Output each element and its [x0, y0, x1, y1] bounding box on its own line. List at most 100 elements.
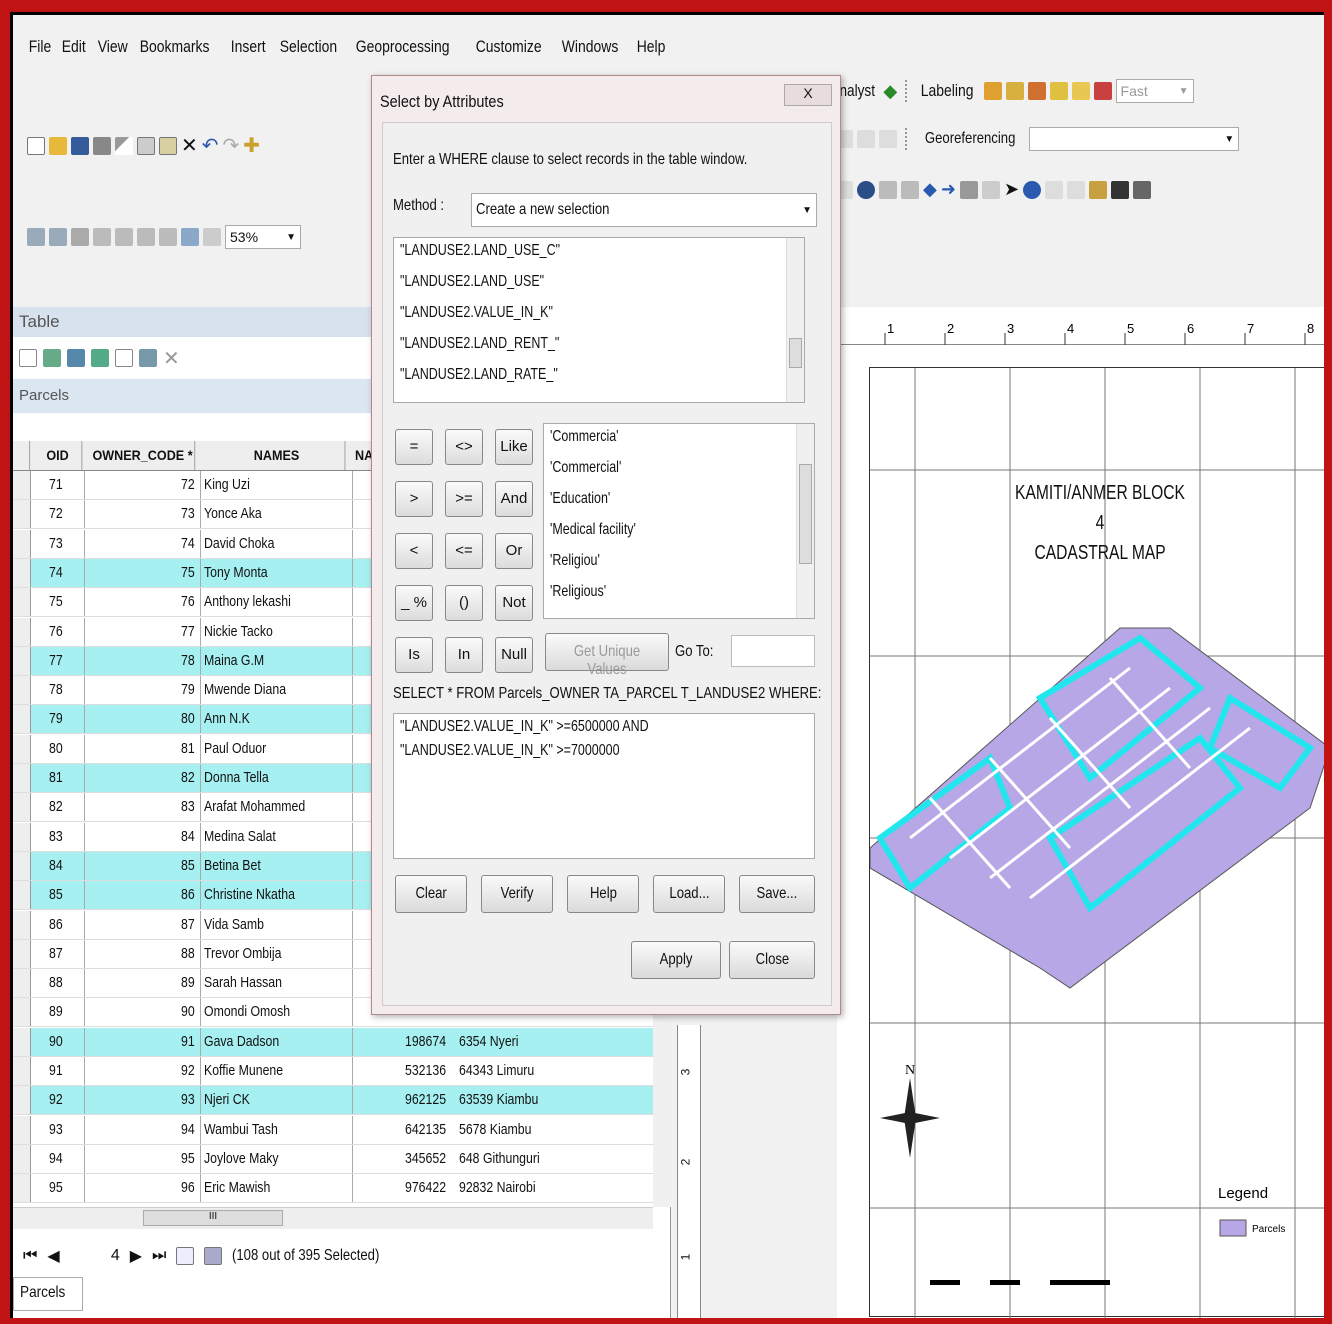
cell-name[interactable]: Mwende Diana — [201, 676, 353, 705]
operator-button[interactable]: _ % — [395, 585, 433, 621]
menu-bookmarks[interactable]: Bookmarks — [134, 33, 215, 63]
value-item[interactable]: 'Religious' — [544, 579, 814, 610]
save-button[interactable]: Save... — [739, 875, 815, 913]
value-item[interactable]: 'Commercial' — [544, 455, 814, 486]
row-selector[interactable] — [13, 998, 31, 1027]
scroll-thumb[interactable] — [789, 338, 802, 368]
cell-owner-code[interactable]: 95 — [85, 1144, 201, 1173]
cell-owner-code[interactable]: 83 — [85, 793, 201, 822]
paste-icon[interactable] — [159, 136, 177, 155]
menu-edit[interactable]: Edit — [56, 33, 92, 63]
row-selector[interactable] — [13, 1086, 31, 1115]
copy-icon[interactable] — [137, 136, 155, 155]
cell-name[interactable]: Sarah Hassan — [201, 969, 353, 998]
cell-oid[interactable]: 75 — [31, 588, 85, 617]
row-selector[interactable] — [13, 910, 31, 939]
value-item[interactable]: 'Commercia' — [544, 424, 814, 455]
value-item[interactable]: 'Religiou' — [544, 548, 814, 579]
operator-button[interactable]: () — [445, 585, 483, 621]
unplaced-labels-icon[interactable] — [1093, 82, 1112, 100]
cell-name[interactable]: Betina Bet — [201, 851, 353, 880]
cell-owner-code[interactable]: 92 — [85, 1057, 201, 1085]
delete-selected-icon[interactable]: ✕ — [163, 346, 180, 371]
cell-location[interactable]: 63539 Kiambu — [457, 1086, 557, 1114]
field-item[interactable]: "LANDUSE2.LAND_USE" — [394, 269, 804, 300]
menu-windows[interactable]: Windows — [556, 33, 624, 63]
bottom-tab-parcels[interactable]: Parcels — [13, 1277, 83, 1311]
row-selector[interactable] — [13, 1027, 31, 1056]
cell-name[interactable]: King Uzi — [201, 471, 353, 499]
row-selector[interactable] — [13, 1144, 31, 1173]
table-row[interactable]: 91 92 Koffie Munene 532136 64343 Limuru — [13, 1057, 653, 1086]
align-icon[interactable] — [857, 130, 875, 148]
cell-owner-code[interactable]: 79 — [85, 676, 201, 705]
pause-labeling-icon[interactable] — [1071, 82, 1090, 100]
print-icon[interactable] — [93, 136, 111, 155]
fields-scrollbar[interactable] — [786, 238, 804, 402]
cell-value[interactable]: 532136 — [377, 1057, 457, 1085]
cell-name[interactable]: Medina Salat — [201, 822, 353, 851]
row-selector[interactable] — [13, 969, 31, 998]
cell-oid[interactable]: 85 — [31, 881, 85, 910]
cell-owner-code[interactable]: 87 — [85, 910, 201, 939]
zoom-percent-combo[interactable]: 53% ▼ — [225, 225, 301, 249]
cell-name[interactable]: Ann N.K — [201, 705, 353, 734]
cell-owner-code[interactable]: 89 — [85, 969, 201, 998]
save-icon[interactable] — [71, 136, 89, 155]
menu-help[interactable]: Help — [631, 33, 671, 63]
zoom-out-layout-icon[interactable] — [49, 228, 67, 246]
cell-owner-code[interactable]: 78 — [85, 646, 201, 675]
cell-location[interactable]: 92832 Nairobi — [457, 1174, 557, 1202]
undo-icon[interactable]: ↶ — [202, 133, 219, 158]
cell-oid[interactable]: 92 — [31, 1086, 85, 1115]
operator-button[interactable]: >= — [445, 481, 483, 517]
forward-arrow-icon[interactable]: ➜ — [941, 179, 956, 200]
labeling-menu[interactable]: Labeling — [921, 81, 974, 101]
values-scrollbar[interactable] — [796, 424, 814, 618]
show-all-records-icon[interactable] — [176, 1247, 195, 1265]
cell-oid[interactable]: 71 — [31, 471, 85, 499]
cell-oid[interactable]: 95 — [31, 1174, 85, 1203]
cell-owner-code[interactable]: 80 — [85, 705, 201, 734]
column-header-names[interactable]: NAMES — [209, 441, 346, 470]
clear-button[interactable]: Clear — [395, 875, 467, 913]
row-selector[interactable] — [13, 500, 31, 529]
fixed-zoom-icon[interactable] — [879, 180, 897, 199]
cell-oid[interactable]: 86 — [31, 910, 85, 939]
previous-record-icon[interactable]: ◀ — [47, 1246, 59, 1266]
cell-owner-code[interactable]: 76 — [85, 588, 201, 617]
lock-labels-icon[interactable] — [1049, 82, 1068, 100]
value-item[interactable]: 'Medical facility' — [544, 517, 814, 548]
cell-oid[interactable]: 79 — [31, 705, 85, 734]
cell-name[interactable]: Vida Samb — [201, 910, 353, 939]
row-selector[interactable] — [13, 1057, 31, 1085]
table-row[interactable]: 90 91 Gava Dadson 198674 6354 Nyeri — [13, 1027, 653, 1057]
menu-selection[interactable]: Selection — [274, 33, 343, 63]
apply-button[interactable]: Apply — [631, 941, 721, 979]
row-selector[interactable] — [13, 734, 31, 763]
operator-button[interactable]: <= — [445, 533, 483, 569]
menu-customize[interactable]: Customize — [470, 33, 547, 63]
value-item[interactable]: 'Education' — [544, 486, 814, 517]
fields-listbox[interactable]: "LANDUSE2.LAND_USE_C" "LANDUSE2.LAND_USE"… — [393, 237, 805, 403]
label-manager-icon[interactable] — [983, 82, 1002, 100]
cell-name[interactable]: Maina G.M — [201, 646, 353, 675]
cell-value[interactable]: 198674 — [377, 1028, 457, 1056]
cell-name[interactable]: Joylove Maky — [201, 1144, 353, 1173]
zoom-whole-page-icon[interactable] — [93, 228, 111, 246]
operator-button[interactable]: > — [395, 481, 433, 517]
cell-value[interactable]: 345652 — [377, 1145, 457, 1173]
cell-oid[interactable]: 83 — [31, 822, 85, 851]
row-selector[interactable] — [13, 617, 31, 646]
cell-owner-code[interactable]: 86 — [85, 881, 201, 910]
cell-name[interactable]: Wambui Tash — [201, 1115, 353, 1144]
row-selector[interactable] — [13, 822, 31, 851]
label-speed-combo[interactable]: Fast ▼ — [1115, 79, 1194, 103]
go-to-input[interactable] — [731, 635, 815, 667]
zoom-out-fixed-icon[interactable] — [901, 180, 919, 199]
row-selector[interactable] — [13, 529, 31, 558]
zoom-in-layout-icon[interactable] — [27, 228, 45, 246]
get-unique-values-button[interactable]: Get Unique Values — [545, 633, 669, 678]
zoom-to-selected-icon[interactable] — [139, 349, 157, 367]
cell-oid[interactable]: 77 — [31, 646, 85, 675]
